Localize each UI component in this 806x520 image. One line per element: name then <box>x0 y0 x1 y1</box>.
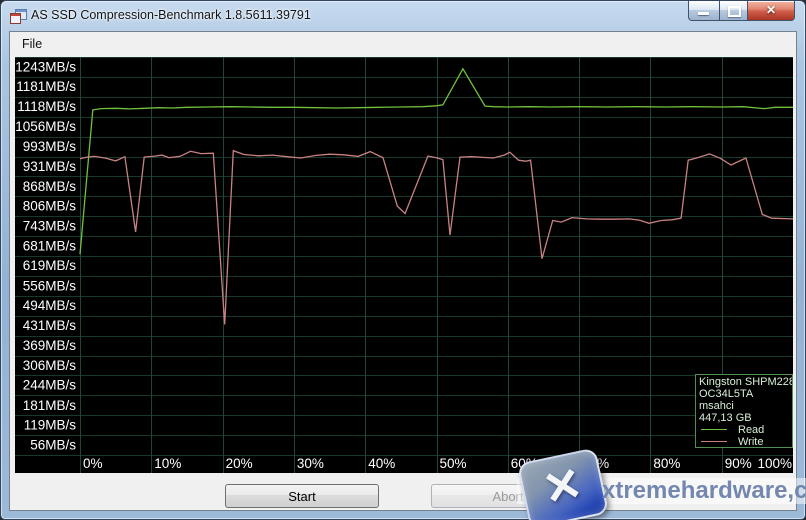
legend-entries: ReadWrite <box>699 424 792 448</box>
x-cross-icon: ✕ <box>520 452 606 520</box>
y-tick-label: 181MB/s <box>23 398 77 413</box>
y-tick-label: 868MB/s <box>23 179 77 194</box>
y-tick-label: 806MB/s <box>23 199 77 214</box>
chart-legend: Kingston SHPM228OC34L5TAmsahci447,13 GB … <box>695 374 793 448</box>
x-tick-label: 40% <box>368 456 395 471</box>
x-tick-label: 50% <box>440 456 467 471</box>
y-tick-label: 681MB/s <box>23 238 77 253</box>
legend-info-line: msahci <box>699 400 792 412</box>
maximize-button[interactable] <box>720 1 748 21</box>
write-line-swatch <box>701 441 727 442</box>
y-tick-label: 369MB/s <box>23 338 77 353</box>
app-icon-front-window <box>10 13 21 24</box>
x-tick-label: 20% <box>226 456 253 471</box>
legend-info-line: OC34L5TA <box>699 388 792 400</box>
y-tick-label: 1181MB/s <box>16 79 76 94</box>
read-line-swatch <box>701 429 727 430</box>
y-tick-label: 1118MB/s <box>17 99 76 114</box>
legend-entry-label: Write <box>738 436 763 448</box>
title-bar[interactable]: AS SSD Compression-Benchmark 1.8.5611.39… <box>1 1 805 31</box>
y-tick-label: 1243MB/s <box>15 59 76 74</box>
x-tick-label: 30% <box>297 456 324 471</box>
y-tick-label: 431MB/s <box>23 318 77 333</box>
legend-entry-read: Read <box>699 424 792 436</box>
app-window: AS SSD Compression-Benchmark 1.8.5611.39… <box>0 0 806 520</box>
close-button[interactable]: ✕ <box>748 1 795 21</box>
x-tick-label: 80% <box>653 456 680 471</box>
menu-bar: File <box>10 32 796 57</box>
y-tick-label: 993MB/s <box>23 139 77 154</box>
minimize-button[interactable] <box>688 1 720 21</box>
legend-info-line: 447,13 GB <box>699 412 792 424</box>
legend-entry-label: Read <box>738 424 764 436</box>
read-line <box>80 69 793 254</box>
chart-panel: 1243MB/s 1181MB/s 1118MB/s 1056MB/s 993MB/s 9… <box>15 57 793 473</box>
benchmark-line-chart: 1243MB/s 1181MB/s 1118MB/s 1056MB/s 993MB/s 9… <box>15 57 793 473</box>
y-tick-label: 1056MB/s <box>15 119 76 134</box>
x-tick-label: 0% <box>83 456 103 471</box>
y-tick-label: 306MB/s <box>23 358 77 373</box>
minimize-icon <box>698 12 709 15</box>
y-tick-label: 556MB/s <box>23 278 77 293</box>
legend-entry-write: Write <box>699 436 792 448</box>
maximize-icon <box>728 6 741 17</box>
start-button[interactable]: Start <box>225 484 379 508</box>
y-tick-label: 56MB/s <box>30 438 76 453</box>
app-icon <box>10 9 26 24</box>
window-controls: ✕ <box>688 1 795 21</box>
window-title: AS SSD Compression-Benchmark 1.8.5611.39… <box>31 8 311 22</box>
y-tick-label: 619MB/s <box>23 258 77 273</box>
watermark-text: xtremehardware,com <box>602 477 806 505</box>
x-tick-label: 10% <box>154 456 181 471</box>
y-tick-label: 494MB/s <box>23 298 77 313</box>
client-area: File 1243MB/s 1181MB/s 1118MB/s 1056MB/s 993… <box>9 31 797 511</box>
legend-device-info: Kingston SHPM228OC34L5TAmsahci447,13 GB <box>699 376 792 424</box>
y-tick-label: 244MB/s <box>23 378 77 393</box>
x-tick-label: 100% <box>757 456 792 471</box>
legend-info-line: Kingston SHPM228 <box>699 376 792 388</box>
menu-item-file[interactable]: File <box>13 32 51 55</box>
y-tick-label: 743MB/s <box>23 219 77 234</box>
y-tick-label: 931MB/s <box>23 159 77 174</box>
close-icon: ✕ <box>748 3 794 17</box>
screenshot-stage: AS SSD Compression-Benchmark 1.8.5611.39… <box>0 0 806 520</box>
x-tick-label: 90% <box>725 456 752 471</box>
y-tick-label: 119MB/s <box>24 418 77 433</box>
